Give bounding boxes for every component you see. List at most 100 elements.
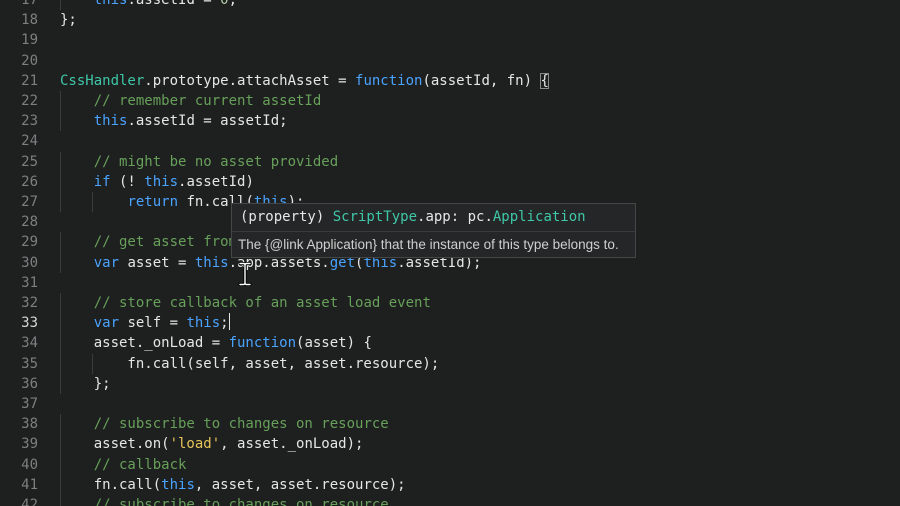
- code-content[interactable]: asset.on('load', asset._onLoad);: [60, 434, 364, 454]
- code-line[interactable]: 32 // store callback of an asset load ev…: [0, 293, 900, 314]
- code-token: asset.on(: [60, 436, 170, 453]
- line-number: 31: [21, 274, 38, 291]
- code-token: asset =: [119, 254, 195, 271]
- line-number: 26: [21, 173, 38, 190]
- code-token: var: [93, 254, 120, 271]
- code-token: this: [194, 254, 229, 271]
- code-token: .assetId = assetId;: [127, 113, 288, 130]
- code-line[interactable]: 23 this.assetId = assetId;: [0, 111, 900, 132]
- line-number: 17: [21, 0, 38, 8]
- code-comment: // subscribe to changes on resource: [93, 416, 389, 433]
- code-line[interactable]: 37: [0, 394, 900, 414]
- code-line[interactable]: 34 asset._onLoad = function(asset) {: [0, 333, 900, 354]
- code-content[interactable]: this.assetId = 0;: [60, 0, 237, 10]
- code-line[interactable]: 19: [0, 30, 900, 50]
- code-line[interactable]: 25 // might be no asset provided: [0, 151, 900, 172]
- line-number: 24: [21, 133, 38, 150]
- tooltip-documentation: The {@link Application} that the instanc…: [238, 237, 619, 252]
- code-line[interactable]: 20: [0, 51, 900, 71]
- code-line[interactable]: 38 // subscribe to changes on resource: [0, 414, 900, 435]
- code-content[interactable]: if (! this.assetId): [60, 172, 254, 192]
- line-number: 34: [21, 335, 38, 352]
- line-number: 36: [21, 375, 38, 392]
- hover-tooltip: (property) ScriptType.app: pc.Applicatio…: [231, 203, 636, 258]
- code-comment: // store callback of an asset load event: [93, 295, 431, 311]
- code-token: ;: [228, 0, 238, 8]
- code-token: if: [93, 173, 111, 190]
- code-content[interactable]: var self = this;: [60, 313, 231, 333]
- code-line[interactable]: 31: [0, 273, 900, 293]
- code-token: , asset, asset.resource);: [194, 476, 406, 493]
- code-content[interactable]: // subscribe to changes on resource: [60, 495, 389, 506]
- code-content[interactable]: fn.call(this, asset, asset.resource);: [60, 475, 406, 495]
- code-token: var: [93, 315, 120, 332]
- line-number: 23: [21, 113, 38, 130]
- line-number: 22: [21, 93, 38, 109]
- code-token: };: [60, 375, 111, 392]
- code-line[interactable]: 41 fn.call(this, asset, asset.resource);: [0, 474, 900, 495]
- tooltip-signature: (property) ScriptType.app: pc.Applicatio…: [240, 209, 586, 225]
- code-token: asset._onLoad =: [60, 335, 229, 352]
- line-number: 35: [21, 355, 38, 372]
- line-number: 42: [21, 497, 38, 506]
- code-token: .assetId): [178, 173, 254, 190]
- line-number: 37: [21, 396, 38, 412]
- code-line[interactable]: 22 // remember current assetId: [0, 91, 900, 112]
- line-number: 40: [21, 456, 38, 473]
- code-line[interactable]: 35 fn.call(self, asset, asset.resource);: [0, 353, 900, 374]
- line-number: 18: [21, 12, 38, 29]
- code-content[interactable]: // subscribe to changes on resource: [60, 414, 389, 434]
- code-line[interactable]: 26 if (! this.assetId): [0, 171, 900, 192]
- code-token: CssHandler: [60, 72, 145, 89]
- code-line[interactable]: 39 asset.on('load', asset._onLoad);: [0, 434, 900, 455]
- tooltip-divider: [232, 231, 635, 232]
- code-line[interactable]: 21 CssHandler.prototype.attachAsset = fun…: [0, 71, 900, 91]
- text-cursor: [228, 313, 231, 331]
- code-content[interactable]: };: [60, 374, 111, 394]
- text-ibeam-cursor-icon: [238, 262, 252, 286]
- code-content[interactable]: // callback: [60, 455, 187, 475]
- code-token: this: [144, 173, 179, 190]
- line-number: 19: [21, 32, 38, 49]
- code-content[interactable]: CssHandler.prototype.attachAsset = funct…: [60, 71, 549, 91]
- line-number: 33: [21, 315, 38, 332]
- code-content[interactable]: // store callback of an asset load event: [60, 293, 431, 313]
- code-line[interactable]: 17 this.assetId = 0;: [0, 0, 900, 11]
- code-token: self =: [119, 315, 187, 332]
- code-content[interactable]: asset._onLoad = function(asset) {: [60, 333, 372, 353]
- code-token: ;: [220, 315, 229, 332]
- code-comment: // callback: [93, 456, 187, 473]
- code-content[interactable]: // remember current assetId: [60, 91, 322, 111]
- code-content[interactable]: // might be no asset provided: [60, 152, 338, 172]
- signature-token: Application: [492, 209, 586, 225]
- code-token: this: [93, 113, 128, 130]
- code-token: fn.call(: [60, 476, 162, 493]
- code-line[interactable]: 42 // subscribe to changes on resource: [0, 495, 900, 506]
- code-line[interactable]: 24: [0, 131, 900, 151]
- code-content[interactable]: fn.call(self, asset, asset.resource);: [60, 354, 439, 374]
- code-token: fn.call(self, asset, asset.resource);: [60, 355, 440, 372]
- code-token: this: [161, 476, 195, 493]
- code-comment: // remember current assetId: [93, 93, 322, 109]
- code-content[interactable]: };: [60, 10, 77, 30]
- code-token: (!: [110, 173, 145, 190]
- code-line[interactable]: 33 var self = this;: [0, 313, 900, 334]
- line-number: 27: [21, 194, 38, 210]
- code-token: 'load': [169, 436, 221, 453]
- code-line[interactable]: 40 // callback: [0, 454, 900, 475]
- code-token: this: [93, 0, 128, 8]
- code-line[interactable]: 36 };: [0, 373, 900, 394]
- code-line[interactable]: 18};: [0, 10, 900, 30]
- code-content[interactable]: this.assetId = assetId;: [60, 111, 288, 131]
- line-number: 29: [21, 234, 38, 251]
